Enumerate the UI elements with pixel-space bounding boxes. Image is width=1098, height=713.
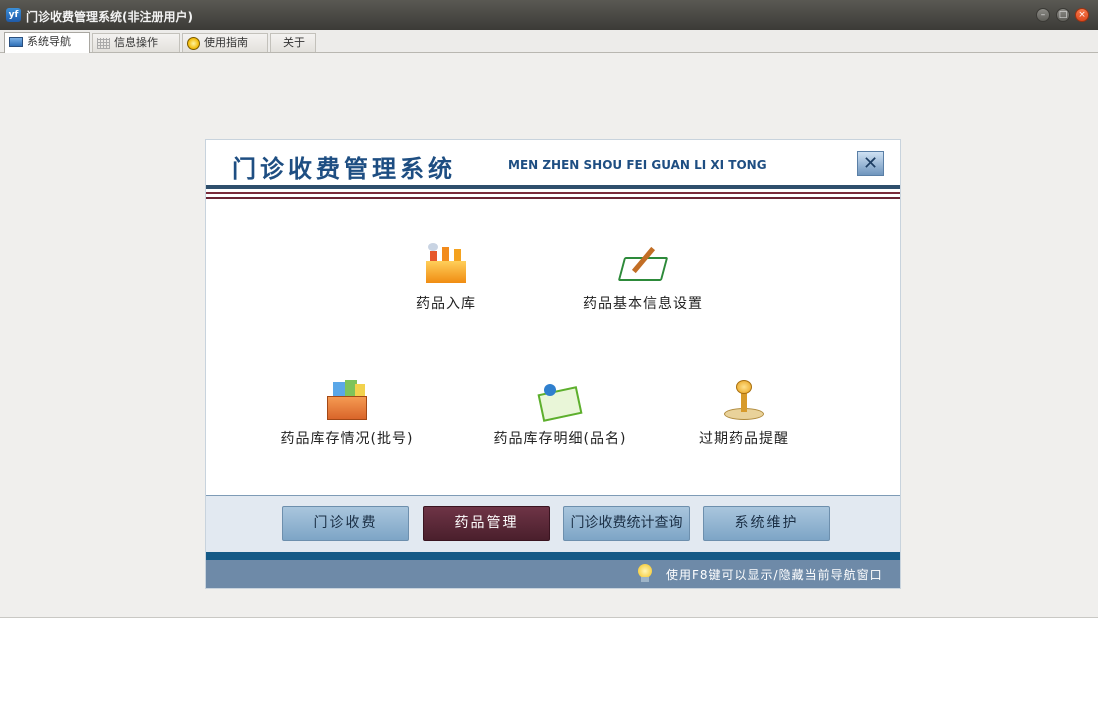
tab-user-guide[interactable]: 使用指南 <box>182 33 268 52</box>
open-book-icon <box>536 378 584 422</box>
function-expired-drug-alert[interactable]: 过期药品提醒 <box>679 378 809 448</box>
window-title: 门诊收费管理系统(非注册用户) <box>26 10 193 24</box>
module-button-bar: 门诊收费 药品管理 门诊收费统计查询 系统维护 <box>206 495 900 560</box>
tab-label: 信息操作 <box>114 36 158 49</box>
panel-title: 门诊收费管理系统 <box>232 155 456 183</box>
function-stock-by-name[interactable]: 药品库存明细(品名) <box>470 378 650 448</box>
book-pen-icon <box>617 243 669 287</box>
module-billing-statistics-button[interactable]: 门诊收费统计查询 <box>563 506 690 541</box>
minimize-button[interactable]: – <box>1036 8 1050 22</box>
app-logo-icon: yf <box>6 8 21 22</box>
function-label: 过期药品提醒 <box>699 431 789 447</box>
module-system-maintenance-button[interactable]: 系统维护 <box>703 506 830 541</box>
status-hint: 使用F8键可以显示/隐藏当前导航窗口 <box>666 568 883 582</box>
file-box-icon <box>323 378 371 422</box>
function-drug-stock-in[interactable]: 药品入库 <box>386 243 506 313</box>
sun-icon <box>187 36 200 50</box>
function-label: 药品库存情况(批号) <box>280 431 414 447</box>
header-divider <box>206 192 900 194</box>
grid-icon <box>97 37 110 49</box>
maximize-button[interactable]: □ <box>1056 8 1070 22</box>
monitor-icon <box>9 37 23 47</box>
tab-bar: 系统导航 信息操作 使用指南 关于 <box>0 30 1098 53</box>
factory-icon <box>422 243 470 287</box>
module-drug-management-button[interactable]: 药品管理 <box>423 506 550 541</box>
tab-info-operation[interactable]: 信息操作 <box>92 33 180 52</box>
function-stock-by-batch[interactable]: 药品库存情况(批号) <box>262 378 432 448</box>
header-divider <box>206 185 900 189</box>
tab-about[interactable]: 关于 <box>270 33 316 52</box>
tab-label: 系统导航 <box>27 35 71 48</box>
tab-system-navigation[interactable]: 系统导航 <box>4 32 90 53</box>
module-outpatient-billing-button[interactable]: 门诊收费 <box>282 506 409 541</box>
function-label: 药品基本信息设置 <box>583 296 703 312</box>
tab-label: 使用指南 <box>204 36 248 49</box>
status-bar: 使用F8键可以显示/隐藏当前导航窗口 <box>206 560 900 588</box>
function-label: 药品入库 <box>416 296 476 312</box>
navigation-panel: 门诊收费管理系统 MEN ZHEN SHOU FEI GUAN LI XI TO… <box>205 139 901 589</box>
close-panel-button[interactable]: ✕ <box>857 151 884 176</box>
close-window-button[interactable]: × <box>1075 8 1089 22</box>
header-divider <box>206 197 900 199</box>
function-label: 药品库存明细(品名) <box>493 431 627 447</box>
title-bar[interactable]: yf 门诊收费管理系统(非注册用户) – □ × <box>0 0 1098 30</box>
tab-label: 关于 <box>283 36 305 49</box>
decorative-band <box>206 552 900 560</box>
panel-subtitle: MEN ZHEN SHOU FEI GUAN LI XI TONG <box>508 158 767 172</box>
app-window: yf 门诊收费管理系统(非注册用户) – □ × 系统导航 信息操作 使用指南 … <box>0 0 1098 618</box>
microphone-icon <box>720 378 768 422</box>
function-drug-basic-info[interactable]: 药品基本信息设置 <box>558 243 728 313</box>
light-bulb-icon <box>637 564 653 584</box>
